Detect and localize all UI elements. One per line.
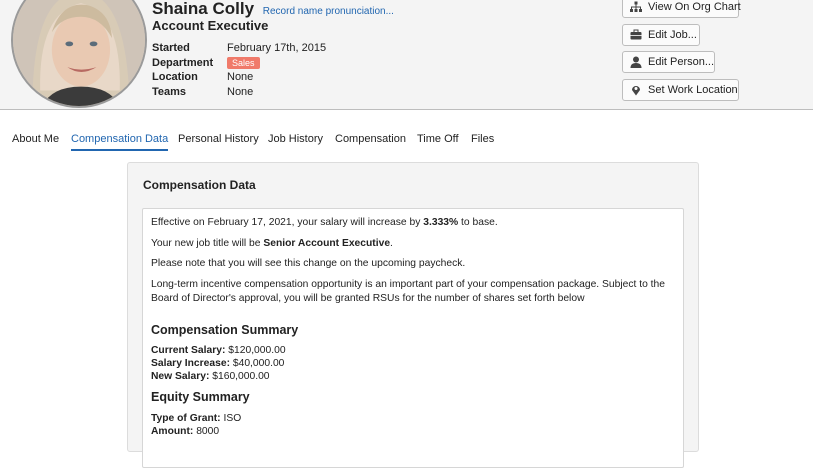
- tab-time-off[interactable]: Time Off: [417, 133, 459, 151]
- field-label: Type of Grant:: [151, 413, 221, 424]
- fact-label: Department: [152, 56, 214, 69]
- tab-compensation[interactable]: Compensation: [335, 133, 406, 151]
- map-pin-icon: [630, 84, 642, 96]
- pronunciation-link[interactable]: Record name pronunciation...: [263, 6, 394, 17]
- button-label: View On Org Chart: [648, 1, 741, 13]
- fact-label: Started: [152, 42, 190, 55]
- fact-label: Teams: [152, 85, 187, 98]
- tab-files[interactable]: Files: [471, 133, 494, 151]
- fact-location: Location None: [152, 70, 326, 85]
- field-value: $120,000.00: [228, 345, 286, 356]
- tab-personal-history[interactable]: Personal History: [178, 133, 259, 151]
- person-icon: [630, 56, 642, 68]
- compensation-panel: Compensation Data Effective on February …: [127, 162, 699, 468]
- button-label: Edit Job...: [648, 29, 697, 41]
- current-salary-row: Current Salary: $120,000.00: [151, 344, 286, 358]
- profile-tabs: About Me Compensation Data Personal Hist…: [0, 133, 813, 153]
- fact-department: Department Sales: [152, 56, 326, 71]
- fact-teams: Teams None: [152, 85, 326, 100]
- department-badge: Sales: [227, 56, 260, 69]
- profile-facts: Started February 17th, 2015 Department S…: [152, 41, 326, 99]
- paycheck-note: Please note that you will see this chang…: [151, 258, 466, 269]
- fact-value: None: [227, 85, 254, 98]
- fact-value: None: [227, 71, 254, 84]
- tab-job-history[interactable]: Job History: [268, 133, 323, 151]
- panel-title: Compensation Data: [143, 178, 256, 192]
- briefcase-icon: [630, 29, 642, 41]
- amount-row: Amount: 8000: [151, 425, 219, 439]
- org-chart-icon: [630, 1, 642, 13]
- grant-type-row: Type of Grant: ISO: [151, 412, 241, 426]
- field-value: 8000: [196, 426, 220, 437]
- profile-header: Shaina Colly Record name pronunciation..…: [0, 0, 813, 110]
- fact-started: Started February 17th, 2015: [152, 41, 326, 56]
- field-value: ISO: [223, 413, 242, 424]
- name-text: Shaina Colly: [152, 0, 255, 18]
- profile-name: Shaina Colly Record name pronunciation..…: [152, 0, 394, 19]
- increase-percent: 3.333%: [423, 217, 459, 228]
- text-segment: .: [390, 238, 393, 249]
- field-value: $160,000.00: [212, 371, 270, 382]
- edit-job-button[interactable]: Edit Job...: [622, 24, 700, 46]
- text-segment: Your new job title will be: [151, 238, 264, 249]
- compensation-summary-heading: Compensation Summary: [151, 323, 299, 337]
- text-segment: to base.: [458, 217, 498, 228]
- field-label: New Salary:: [151, 371, 210, 382]
- tab-about-me[interactable]: About Me: [12, 133, 59, 151]
- tab-compensation-data[interactable]: Compensation Data: [71, 133, 169, 151]
- incentive-text: Long-term incentive compensation opportu…: [151, 279, 665, 304]
- avatar: [11, 0, 147, 108]
- text-segment: Effective on February 17, 2021, your sal…: [151, 217, 424, 228]
- compensation-letter: Effective on February 17, 2021, your sal…: [142, 208, 684, 468]
- new-title: Senior Account Executive: [263, 238, 391, 249]
- field-label: Amount:: [151, 426, 194, 437]
- button-label: Edit Person...: [648, 56, 715, 68]
- field-label: Current Salary:: [151, 345, 226, 356]
- job-title: Account Executive: [152, 18, 269, 33]
- set-work-location-button[interactable]: Set Work Location: [622, 79, 739, 101]
- view-org-chart-button[interactable]: View On Org Chart: [622, 0, 741, 18]
- equity-summary-heading: Equity Summary: [151, 390, 250, 404]
- fact-value: February 17th, 2015: [227, 42, 327, 55]
- field-value: $40,000.00: [232, 358, 285, 369]
- salary-increase-text: Effective on February 17, 2021, your sal…: [151, 216, 677, 230]
- new-salary-row: New Salary: $160,000.00: [151, 370, 270, 384]
- salary-increase-row: Salary Increase: $40,000.00: [151, 357, 284, 371]
- fact-label: Location: [152, 71, 198, 84]
- field-label: Salary Increase:: [151, 358, 230, 369]
- button-label: Set Work Location: [648, 84, 738, 96]
- new-title-text: Your new job title will be Senior Accoun…: [151, 237, 677, 251]
- edit-person-button[interactable]: Edit Person...: [622, 51, 715, 73]
